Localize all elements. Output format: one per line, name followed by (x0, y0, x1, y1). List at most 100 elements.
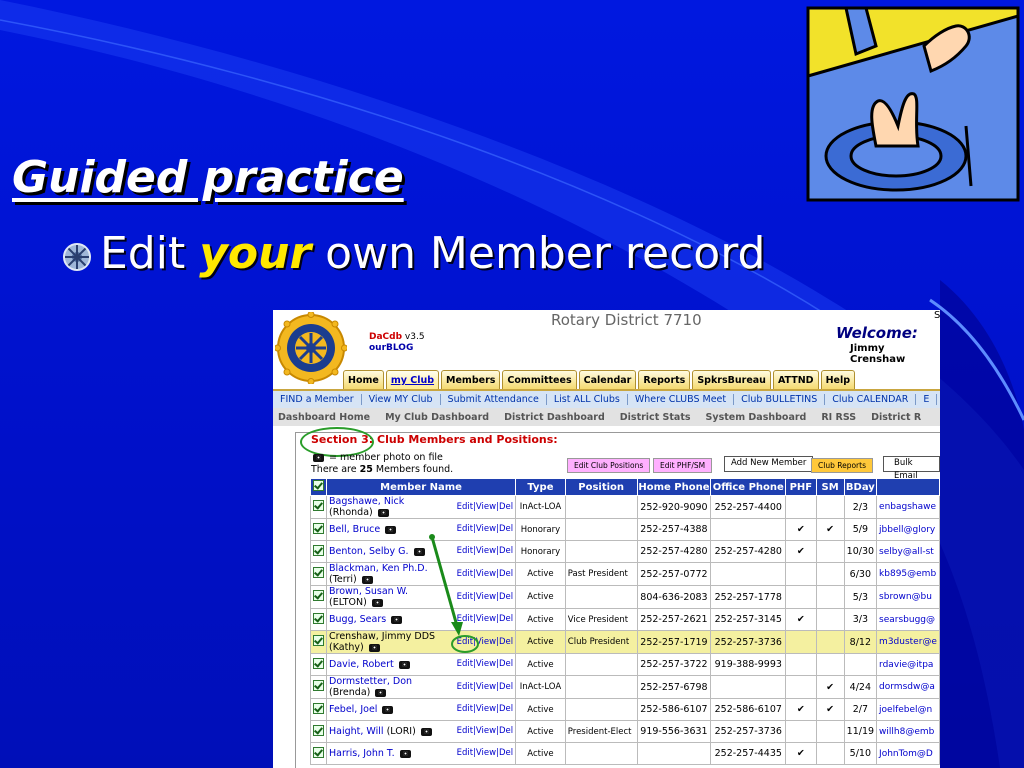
header-home-phone[interactable]: Home Phone (636, 478, 712, 496)
header-sm[interactable]: SM (815, 478, 845, 496)
member-actions[interactable]: Edit|View|Del (457, 704, 514, 715)
tab-attnd[interactable]: ATTND (772, 370, 819, 390)
member-name-link[interactable]: Bell, Bruce (329, 524, 380, 535)
member-actions[interactable]: Edit|View|Del (457, 592, 514, 603)
row-select-cell[interactable] (310, 540, 327, 563)
header-bday[interactable]: BDay (843, 478, 878, 496)
member-actions[interactable]: Edit|View|Del (457, 546, 514, 557)
checkbox-icon[interactable] (313, 702, 324, 714)
member-name-link[interactable]: Bugg, Sears (329, 614, 386, 625)
checkbox-icon[interactable] (313, 680, 324, 691)
row-select-cell[interactable] (310, 742, 327, 765)
member-name-link[interactable]: Brown, Susan W. (329, 587, 408, 598)
header-office-phone[interactable]: Office Phone (710, 478, 787, 496)
member-actions[interactable]: Edit|View|Del (457, 682, 514, 693)
nav-system-dashboard[interactable]: System Dashboard (701, 412, 817, 423)
tab-committees[interactable]: Committees (502, 370, 577, 390)
checkbox-icon[interactable] (313, 612, 324, 624)
tab-calendar[interactable]: Calendar (578, 370, 637, 390)
checkbox-icon[interactable] (313, 724, 324, 736)
member-email[interactable]: jbbell@glory (876, 518, 940, 541)
bulk-email-button[interactable]: Bulk Email (883, 456, 940, 481)
row-select-cell[interactable] (310, 562, 327, 586)
checkbox-icon[interactable] (313, 480, 324, 491)
member-actions[interactable]: Edit|View|Del (457, 659, 514, 670)
nav-district-dashboard[interactable]: District Dashboard (499, 412, 615, 423)
member-actions[interactable]: Edit|View|Del (457, 524, 514, 535)
member-email[interactable]: selby@all-st (876, 540, 940, 563)
header-member-name[interactable]: Member Name (325, 478, 517, 496)
checkbox-icon[interactable] (313, 635, 324, 646)
row-select-cell[interactable] (310, 720, 327, 743)
nav-find-member[interactable]: FIND a Member (273, 394, 362, 405)
row-select-cell[interactable] (310, 675, 327, 699)
nav-club-bulletins[interactable]: Club BULLETINS (734, 394, 826, 405)
member-name-link[interactable]: Crenshaw, Jimmy DDS (329, 632, 435, 643)
nav-view-my-club[interactable]: View MY Club (362, 394, 441, 405)
nav-submit-attendance[interactable]: Submit Attendance (441, 394, 547, 405)
checkbox-icon[interactable] (313, 657, 324, 669)
member-email[interactable]: m3duster@e (876, 630, 940, 654)
header-select[interactable] (310, 478, 327, 496)
blog-link[interactable]: ourBLOG (369, 343, 413, 353)
tab-reports[interactable]: Reports (638, 370, 691, 390)
member-email[interactable]: rdavie@itpa (876, 653, 940, 676)
member-name-link[interactable]: Davie, Robert (329, 659, 394, 670)
checkbox-icon[interactable] (313, 544, 324, 556)
row-select-cell[interactable] (310, 495, 327, 519)
member-actions[interactable]: Edit|View|Del (457, 726, 514, 737)
edit-club-positions-button[interactable]: Edit Club Positions (567, 458, 651, 473)
member-name-link[interactable]: Blackman, Ken Ph.D. (329, 564, 428, 575)
nav-club-calendar[interactable]: Club CALENDAR (825, 394, 917, 405)
member-name-link[interactable]: Haight, Will (329, 726, 384, 737)
edit-phf-sm-button[interactable]: Edit PHF/SM (653, 458, 713, 473)
member-email[interactable]: kb895@emb (876, 562, 940, 586)
checkbox-icon[interactable] (313, 590, 324, 601)
member-name-link[interactable]: Bagshawe, Nick (329, 497, 404, 508)
nav-ri-rss[interactable]: RI RSS (816, 412, 866, 423)
member-name-link[interactable]: Dormstetter, Don (329, 677, 412, 688)
tab-help[interactable]: Help (820, 370, 856, 390)
row-select-cell[interactable] (310, 630, 327, 654)
checkbox-icon[interactable] (313, 500, 324, 511)
member-email[interactable]: searsbugg@ (876, 608, 940, 631)
nav-my-club-dashboard[interactable]: My Club Dashboard (380, 412, 499, 423)
member-email[interactable]: sbrown@bu (876, 585, 940, 609)
member-name-link[interactable]: Febel, Joel (329, 704, 377, 715)
row-select-cell[interactable] (310, 518, 327, 541)
tab-speakers-bureau[interactable]: SpkrsBureau (692, 370, 771, 390)
checkbox-icon[interactable] (313, 522, 324, 534)
add-new-member-button[interactable]: Add New Member (724, 456, 814, 472)
nav-district-more[interactable]: District R (866, 412, 931, 423)
row-select-cell[interactable] (310, 608, 327, 631)
header-phf[interactable]: PHF (785, 478, 817, 496)
member-name-link[interactable]: Benton, Selby G. (329, 546, 409, 557)
row-select-cell[interactable] (310, 698, 327, 721)
checkbox-icon[interactable] (313, 746, 324, 758)
member-email[interactable]: joelfebel@n (876, 698, 940, 721)
row-select-cell[interactable] (310, 653, 327, 676)
member-actions[interactable]: Edit|View|Del (457, 748, 514, 759)
member-name-link[interactable]: Harris, John T. (329, 748, 395, 759)
checkbox-icon[interactable] (313, 567, 324, 578)
member-actions[interactable]: Edit|View|Del (457, 614, 514, 625)
member-email[interactable]: enbagshawe (876, 495, 940, 519)
tab-my-club[interactable]: my Club (385, 370, 440, 390)
member-email[interactable]: JohnTom@D (876, 742, 940, 765)
nav-list-all-clubs[interactable]: List ALL Clubs (547, 394, 628, 405)
nav-district-stats[interactable]: District Stats (615, 412, 701, 423)
tab-members[interactable]: Members (441, 370, 501, 390)
header-position[interactable]: Position (564, 478, 638, 496)
member-actions[interactable]: Edit|View|Del (457, 637, 514, 648)
nav-where-clubs-meet[interactable]: Where CLUBS Meet (628, 394, 735, 405)
member-actions[interactable]: Edit|View|Del (457, 569, 514, 580)
nav-more[interactable]: E (916, 394, 938, 405)
member-email[interactable]: willh8@emb (876, 720, 940, 743)
header-type[interactable]: Type (515, 478, 566, 496)
member-email[interactable]: dormsdw@a (876, 675, 940, 699)
tab-home[interactable]: Home (343, 370, 384, 390)
row-select-cell[interactable] (310, 585, 327, 609)
nav-dashboard-home[interactable]: Dashboard Home (273, 412, 380, 423)
member-actions[interactable]: Edit|View|Del (457, 502, 514, 513)
club-reports-button[interactable]: Club Reports (811, 458, 873, 473)
